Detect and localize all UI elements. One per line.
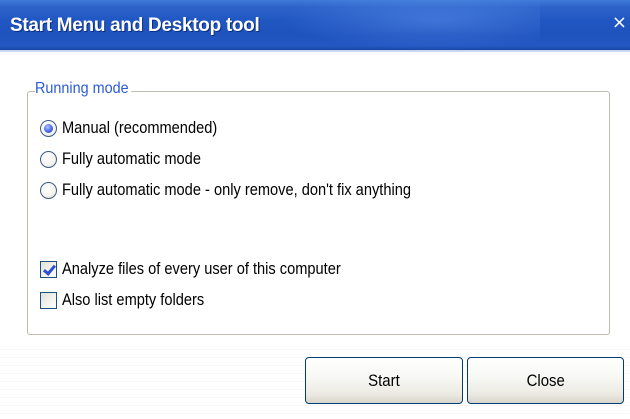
checkbox-list-empty-folders-box[interactable] [40, 291, 57, 309]
radio-only-remove[interactable]: Fully automatic mode - only remove, don'… [40, 178, 468, 202]
radio-fully-automatic-label: Fully automatic mode [62, 149, 201, 168]
radio-fully-automatic[interactable]: Fully automatic mode [40, 147, 224, 171]
window-title: Start Menu and Desktop tool [10, 15, 260, 36]
checkbox-analyze-every-user-label: Analyze files of every user of this comp… [62, 259, 341, 278]
checkbox-analyze-every-user-box[interactable] [40, 260, 57, 278]
close-button-label: Close [526, 370, 565, 390]
start-button[interactable]: Start [305, 357, 463, 404]
running-mode-legend: Running mode [35, 80, 132, 98]
checkbox-list-empty-folders-label: Also list empty folders [62, 290, 205, 309]
radio-only-remove-label: Fully automatic mode - only remove, don'… [62, 180, 411, 199]
close-window-icon[interactable]: × [612, 13, 627, 33]
dialog-window: Start Menu and Desktop tool × Running mo… [0, 0, 630, 419]
start-button-label: Start [368, 370, 400, 390]
checkbox-analyze-every-user[interactable]: Analyze files of every user of this comp… [40, 257, 386, 281]
radio-only-remove-button[interactable] [40, 181, 57, 199]
title-bar[interactable]: Start Menu and Desktop tool × [0, 0, 630, 50]
checkbox-list-empty-folders[interactable]: Also list empty folders [40, 288, 227, 312]
radio-fully-automatic-button[interactable] [40, 150, 57, 168]
radio-manual-button[interactable] [40, 119, 57, 137]
title-bar-sheen [280, 0, 540, 50]
radio-manual-label: Manual (recommended) [62, 118, 218, 137]
close-button[interactable]: Close [467, 357, 624, 404]
radio-manual[interactable]: Manual (recommended) [40, 116, 242, 140]
